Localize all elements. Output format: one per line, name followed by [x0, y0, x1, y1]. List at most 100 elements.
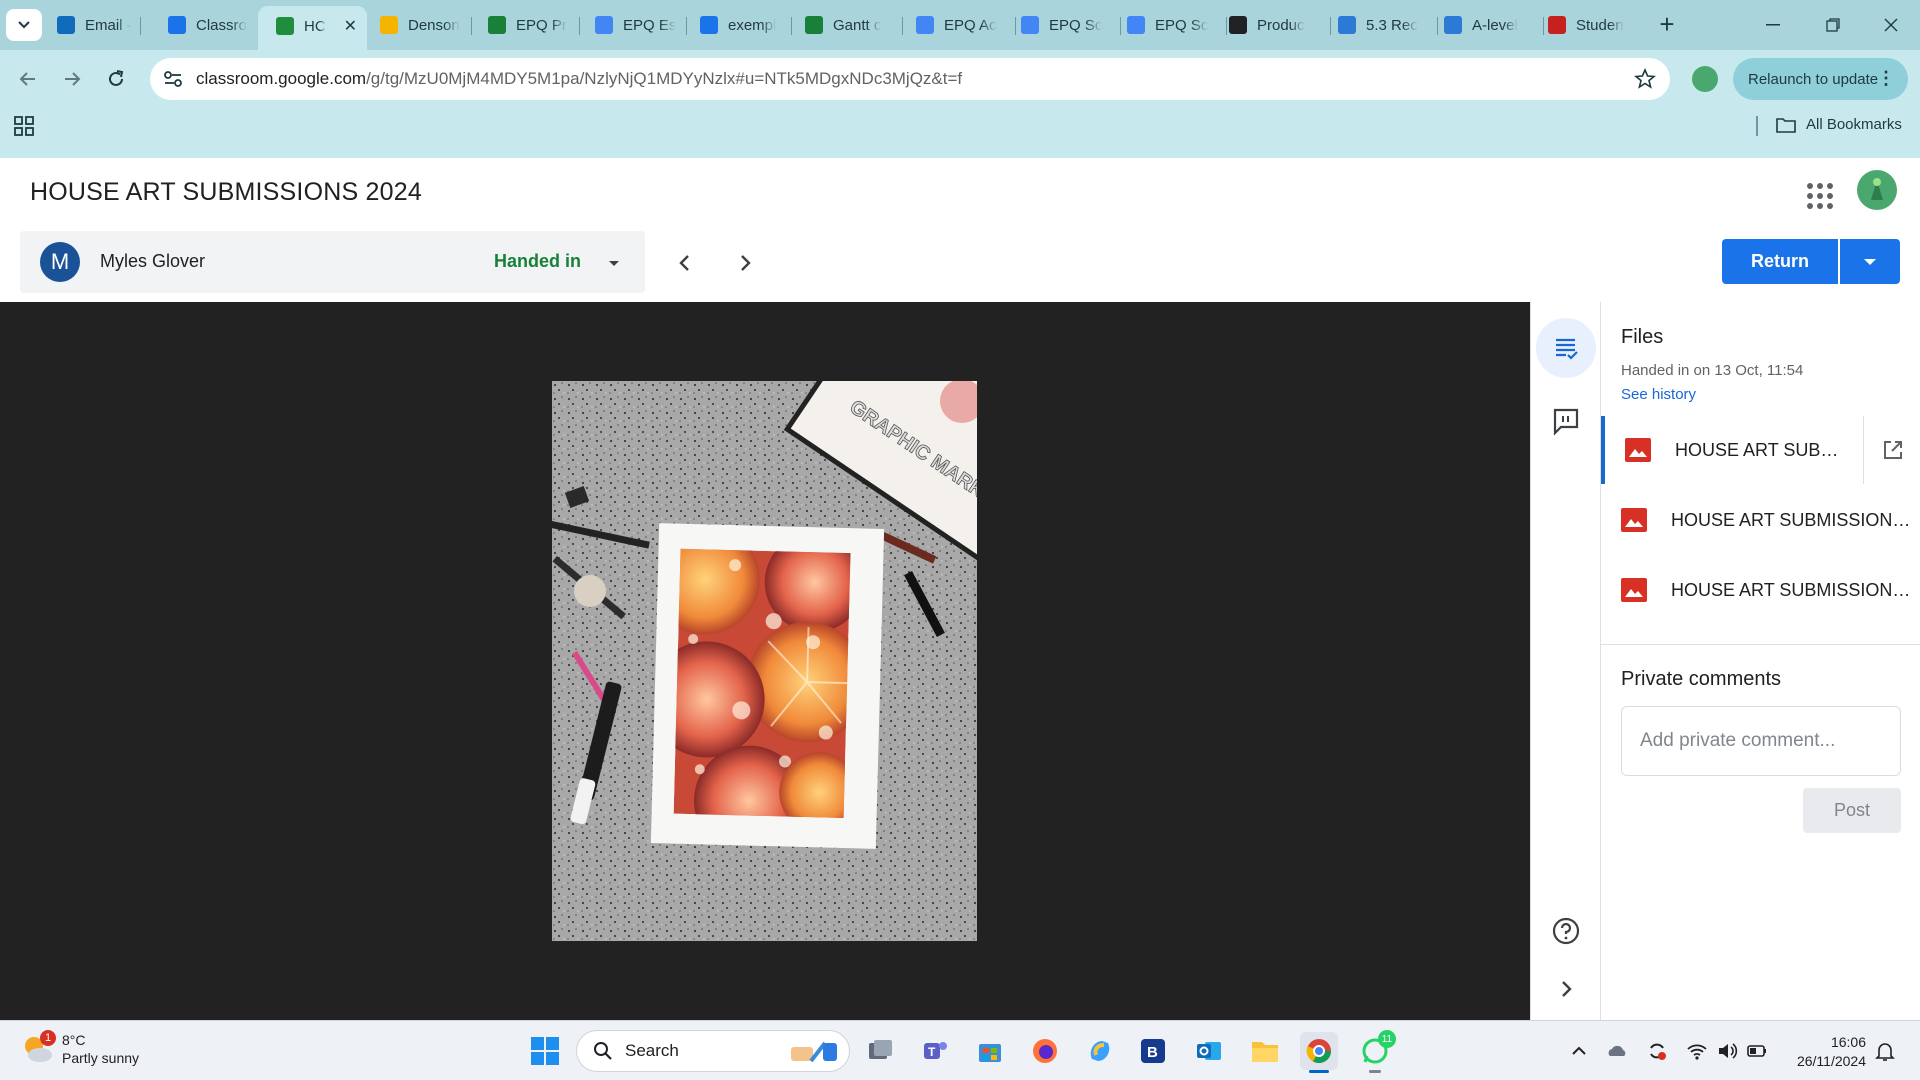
folder-icon — [1252, 1042, 1278, 1062]
site-settings-icon[interactable] — [162, 68, 184, 90]
browser-tab[interactable]: Studen — [1538, 9, 1642, 41]
help-icon[interactable] — [1551, 916, 1581, 946]
folder-icon — [1776, 117, 1796, 133]
apps-shortcut-icon[interactable] — [14, 116, 34, 136]
file-item[interactable]: HOUSE ART SUBMIS... — [1601, 416, 1920, 484]
browser-tab[interactable]: EPQ Es — [585, 9, 681, 41]
partly-sunny-icon: 1 — [20, 1030, 56, 1066]
reload-button[interactable] — [100, 63, 132, 95]
next-student-button[interactable] — [730, 248, 760, 278]
browser-tab[interactable]: EPQ Pr — [478, 9, 574, 41]
see-history-link[interactable]: See history — [1621, 386, 1696, 403]
return-button[interactable]: Return — [1722, 239, 1838, 284]
outlook-app[interactable] — [1190, 1032, 1228, 1070]
all-bookmarks-button[interactable]: All Bookmarks — [1776, 116, 1902, 133]
chevron-up-icon[interactable] — [1568, 1040, 1590, 1062]
browser-tab[interactable]: Produc — [1219, 9, 1325, 41]
battery-icon[interactable] — [1746, 1040, 1768, 1062]
tab-divider — [579, 17, 580, 35]
b-app[interactable]: B — [1134, 1032, 1172, 1070]
search-highlight-icon — [791, 1041, 837, 1063]
file-item[interactable]: HOUSE ART SUBMISSIONS 2... — [1601, 556, 1920, 624]
weather-temperature: 8°C — [62, 1032, 86, 1048]
relaunch-to-update-button[interactable]: Relaunch to update ⋮ — [1733, 58, 1908, 100]
windows-taskbar: 1 8°C Partly sunny Search T B 11 16:06 2… — [0, 1020, 1920, 1080]
arrow-drop-down-icon[interactable] — [602, 251, 626, 275]
volume-icon[interactable] — [1716, 1040, 1738, 1062]
w-logo-icon — [1444, 16, 1462, 34]
svg-text:B: B — [1147, 1044, 1158, 1061]
post-button[interactable]: Post — [1803, 788, 1901, 833]
bookmark-star-icon[interactable] — [1634, 68, 1656, 90]
profile-avatar[interactable] — [1692, 66, 1718, 92]
notification-bell-icon[interactable] — [1874, 1040, 1896, 1062]
browser-tab[interactable]: Email - — [47, 9, 135, 41]
comments-tab-icon[interactable] — [1551, 406, 1581, 436]
task-view-button[interactable] — [862, 1032, 900, 1070]
browser-tab[interactable]: HC ✕ — [258, 6, 367, 50]
relaunch-label: Relaunch to update — [1748, 70, 1879, 88]
arrow-drop-down-icon — [1864, 258, 1876, 265]
docs-icon — [595, 16, 613, 34]
files-heading: Files — [1621, 326, 1664, 348]
student-selector[interactable]: M Myles Glover Handed in — [20, 231, 645, 293]
files-tab-button[interactable] — [1536, 318, 1596, 378]
sync-icon[interactable] — [1646, 1040, 1668, 1062]
tab-title: exempl — [728, 16, 777, 34]
image-file-icon — [1621, 578, 1647, 602]
account-avatar[interactable] — [1857, 170, 1897, 210]
close-window-button[interactable] — [1868, 9, 1914, 41]
tab-title: EPQ Sc — [1049, 16, 1103, 34]
onedrive-icon[interactable] — [1606, 1040, 1628, 1062]
running-indicator — [1309, 1070, 1329, 1073]
google-apps-button[interactable] — [1804, 180, 1833, 209]
browser-tab[interactable]: Denson — [370, 9, 466, 41]
open-in-new-icon[interactable] — [1881, 438, 1905, 462]
running-indicator — [1369, 1070, 1381, 1073]
previous-student-button[interactable] — [670, 248, 700, 278]
restore-button[interactable] — [1810, 9, 1856, 41]
close-tab-icon[interactable]: ✕ — [344, 16, 357, 36]
browser-tab[interactable]: EPQ Ac — [906, 9, 1010, 41]
tab-title: A-level — [1472, 16, 1518, 34]
new-tab-button[interactable]: + — [1651, 9, 1683, 41]
tab-divider — [140, 17, 141, 35]
chrome-app[interactable] — [1300, 1032, 1338, 1073]
file-explorer-app[interactable] — [1246, 1032, 1284, 1070]
tab-title: Denson — [408, 16, 460, 34]
private-comments-heading: Private comments — [1621, 668, 1782, 690]
copilot-icon — [1090, 1041, 1110, 1061]
back-button[interactable] — [12, 63, 44, 95]
forward-button[interactable] — [56, 63, 88, 95]
docs-icon — [1127, 16, 1145, 34]
copilot-app[interactable] — [1081, 1032, 1119, 1070]
teams-app[interactable]: T — [916, 1032, 954, 1070]
docs-icon — [916, 16, 934, 34]
whatsapp-app[interactable]: 11 — [1356, 1030, 1396, 1073]
file-name: HOUSE ART SUBMISSIONS 2... — [1671, 510, 1911, 530]
file-item[interactable]: HOUSE ART SUBMISSIONS 2... — [1601, 486, 1920, 554]
windows-logo-icon — [531, 1037, 559, 1065]
address-bar[interactable]: classroom.google.com/g/tg/MzU0MjM4MDY5M1… — [150, 58, 1670, 100]
microsoft-store-app[interactable] — [971, 1032, 1009, 1070]
artwork-photo: GRAPHIC MARKER — [552, 381, 977, 941]
classroom-people-icon — [168, 16, 186, 34]
start-button[interactable] — [526, 1032, 564, 1070]
taskbar-search[interactable]: Search — [576, 1030, 850, 1072]
browser-tab[interactable]: Gantt c — [795, 9, 897, 41]
return-options-button[interactable] — [1840, 239, 1900, 284]
browser-tab[interactable]: A-level — [1434, 9, 1538, 41]
browser-tab[interactable]: EPQ Sc — [1117, 9, 1221, 41]
private-comment-input[interactable] — [1621, 706, 1901, 776]
firefox-app[interactable] — [1026, 1032, 1064, 1070]
browser-tab[interactable]: 5.3 Rec — [1328, 9, 1432, 41]
browser-tab[interactable]: exempl — [690, 9, 786, 41]
clock[interactable]: 16:06 26/11/2024 — [1786, 1033, 1866, 1071]
weather-widget[interactable]: 1 8°C Partly sunny — [20, 1030, 139, 1067]
browser-tab[interactable]: EPQ Sc — [1011, 9, 1115, 41]
minimize-button[interactable] — [1750, 9, 1796, 41]
wifi-icon[interactable] — [1686, 1040, 1708, 1062]
tab-search-button[interactable] — [6, 9, 42, 41]
chevron-right-icon[interactable] — [1553, 976, 1579, 1002]
browser-tab[interactable]: Classro — [158, 9, 254, 41]
